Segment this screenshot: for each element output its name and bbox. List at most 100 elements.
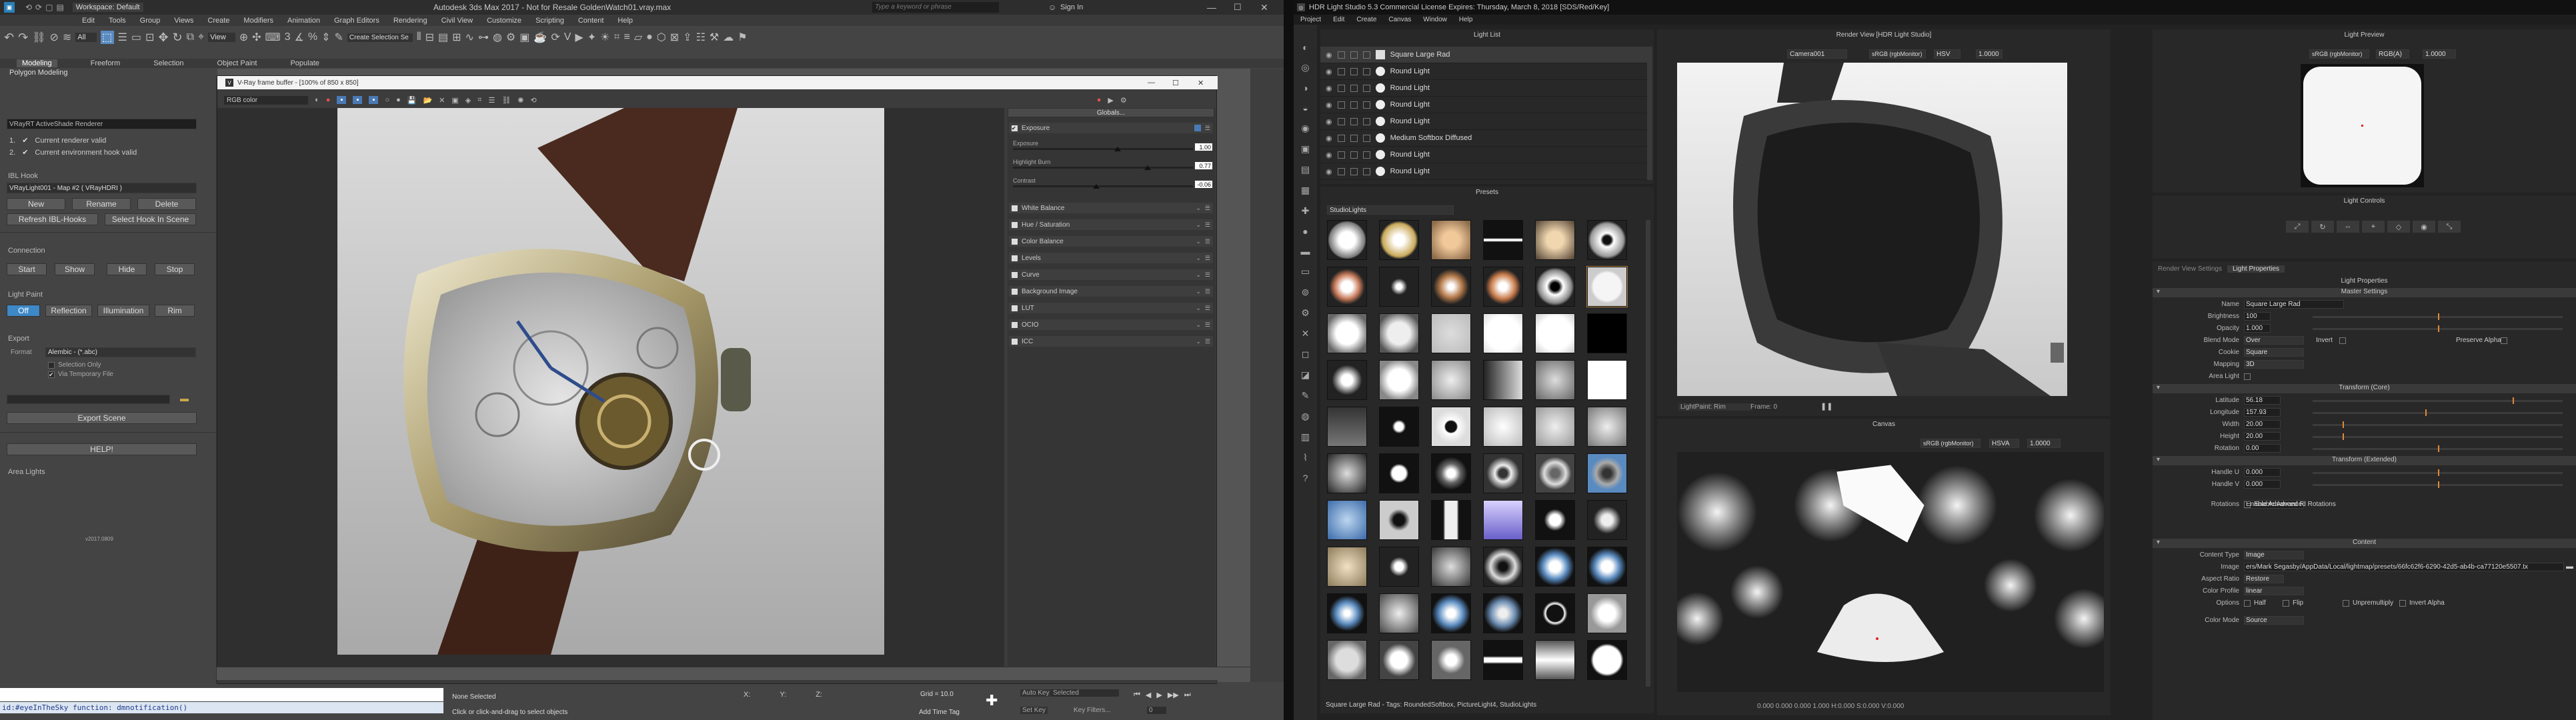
select-manipulate-icon[interactable]: ✣ [252, 31, 261, 44]
folder-icon[interactable]: ▬ [2566, 563, 2573, 571]
preset-thumbnail[interactable] [1379, 500, 1419, 540]
key-mode-dropdown[interactable]: Selected [1051, 689, 1119, 697]
key-filters-button[interactable]: Key Filters... [1074, 707, 1111, 714]
light-list-item[interactable]: ◉ Round Light [1320, 147, 1647, 163]
link-icon[interactable]: ⛓ [32, 31, 45, 44]
paint-illumination-button[interactable]: Illumination [97, 305, 149, 317]
preset-thumbnail[interactable] [1431, 500, 1471, 540]
percent-snap-icon[interactable]: % [308, 31, 317, 43]
preset-thumbnail[interactable] [1483, 593, 1523, 633]
preset-thumbnail[interactable] [1379, 640, 1419, 680]
preview-channels[interactable]: RGB(A) [2376, 49, 2409, 59]
menu-icon[interactable]: ☰ [1205, 338, 1210, 345]
render-setup-icon[interactable]: ⚙ [506, 31, 515, 44]
tab-selection[interactable]: Selection [153, 59, 183, 67]
reset-icon[interactable]: ⤡ [2438, 221, 2461, 233]
preset-thumbnail[interactable] [1535, 407, 1575, 447]
chevron-down-icon[interactable]: ⌄ [1196, 271, 1201, 279]
preset-thumbnail[interactable] [1379, 267, 1419, 307]
vray-mesh-icon[interactable]: ⬡ [657, 31, 666, 44]
user-icon[interactable]: ☺ [1048, 3, 1056, 12]
rotate-icon[interactable]: ↻ [173, 31, 183, 45]
image-field[interactable]: ers/Mark Segasby/AppData/Local/lightmap/… [2244, 563, 2564, 571]
correction-checkbox[interactable] [1012, 338, 1018, 345]
correction-checkbox[interactable] [1012, 205, 1018, 211]
solo-icon[interactable] [1337, 167, 1345, 175]
visibility-icon[interactable]: ◉ [1326, 134, 1332, 143]
menu-create[interactable]: Create [1356, 16, 1376, 23]
preset-thumbnail[interactable] [1431, 547, 1471, 587]
preset-thumbnail[interactable] [1379, 593, 1419, 633]
vfb-maximize-icon[interactable]: ☐ [1172, 79, 1179, 87]
color-icon[interactable]: ◐ [315, 96, 319, 104]
vray-vfb-icon[interactable]: ⊠ [670, 31, 679, 44]
menu-group[interactable]: Group [140, 17, 161, 25]
preset-thumbnail[interactable] [1587, 220, 1627, 260]
latitude-slider-handle[interactable] [2513, 397, 2514, 404]
preserve-alpha-checkbox[interactable] [2501, 337, 2507, 344]
preset-thumbnail[interactable] [1535, 267, 1575, 307]
solo-icon[interactable] [1337, 117, 1345, 125]
opacity-slider-handle[interactable] [2437, 325, 2439, 332]
rotation-slider-handle[interactable] [2437, 445, 2439, 452]
canvas-view[interactable] [1677, 452, 2104, 692]
preset-thumbnail[interactable] [1327, 360, 1367, 400]
set-key-button[interactable]: Set Key [1020, 707, 1048, 714]
rotate-light-icon[interactable]: ↻ [2311, 221, 2334, 233]
ribbon-sub-label[interactable]: Polygon Modeling [9, 69, 67, 77]
vray-sphere-icon[interactable]: ● [646, 31, 653, 43]
menu-icon[interactable]: ☰ [1205, 271, 1210, 279]
correction-checkbox[interactable] [1012, 271, 1018, 278]
visibility-icon[interactable]: ◉ [1326, 67, 1332, 76]
paint-rim-button[interactable]: Rim [155, 305, 195, 317]
camera-dropdown[interactable]: Camera001 [1787, 49, 1847, 59]
menu-icon[interactable]: ☰ [1205, 288, 1210, 295]
invert-checkbox[interactable] [2339, 337, 2346, 344]
preset-thumbnail[interactable] [1379, 313, 1419, 353]
reflector-icon[interactable]: ◒ [1302, 103, 1308, 113]
snap-icon[interactable]: 3 [285, 31, 291, 43]
chevron-down-icon[interactable]: ⌄ [1196, 288, 1201, 295]
highlight-slider[interactable] [1013, 167, 1193, 169]
light-paint-mode[interactable]: LightPaint: Rim [1678, 403, 1752, 411]
pause-icon[interactable]: ❚❚ [1820, 402, 1832, 411]
play-icon[interactable]: ▶ [1156, 691, 1162, 699]
hide-button[interactable]: Hide [107, 263, 147, 275]
chevron-down-icon[interactable]: ⌄ [1196, 255, 1201, 262]
menu-help[interactable]: Help [1459, 16, 1473, 23]
menu-help[interactable]: Help [617, 17, 633, 25]
correction-exposure[interactable]: ✔ Exposure ☰ [1009, 123, 1213, 133]
light-sphere-icon[interactable]: ◐ [1302, 42, 1308, 53]
preset-thumbnail[interactable] [1483, 220, 1523, 260]
render-hsv[interactable]: HSV [1934, 49, 1961, 59]
frame-value[interactable]: Frame: 0 [1750, 403, 1777, 411]
help-icon[interactable]: ? [1303, 473, 1308, 483]
gobo-icon[interactable]: ◍ [1301, 411, 1309, 422]
visibility-icon[interactable]: ◉ [1326, 51, 1332, 59]
preset-thumbnail[interactable] [1587, 500, 1627, 540]
menu-edit[interactable]: Edit [82, 17, 95, 25]
solo-icon[interactable] [1337, 51, 1345, 59]
workspace-selector[interactable]: Workspace: Default [72, 3, 143, 12]
strip-light-icon[interactable]: ▬ [1301, 246, 1310, 257]
frame-field[interactable]: 0 [1147, 707, 1166, 714]
tab-populate[interactable]: Populate [290, 59, 319, 67]
brightness-slider-handle[interactable] [2437, 313, 2439, 320]
mono-icon[interactable]: ● [396, 96, 401, 104]
add-time-tag[interactable]: Add Time Tag [919, 709, 960, 716]
preset-thumbnail[interactable] [1535, 500, 1575, 540]
select-by-name-icon[interactable]: ☰ [118, 31, 127, 44]
flip-checkbox[interactable] [2283, 600, 2289, 607]
menu-icon[interactable]: ☰ [1205, 205, 1210, 212]
solo-icon[interactable] [1337, 101, 1345, 109]
preset-thumbnail[interactable] [1535, 547, 1575, 587]
menu-tools[interactable]: Tools [109, 17, 126, 25]
rotations-checkbox[interactable] [2244, 501, 2251, 508]
go-start-icon[interactable]: ⏮ [1134, 691, 1140, 699]
menu-modifiers[interactable]: Modifiers [243, 17, 273, 25]
section-header[interactable]: ▾ Transform (Core) [2153, 384, 2576, 393]
align-icon[interactable]: ⊟ [425, 31, 434, 44]
preset-thumbnail[interactable] [1587, 547, 1627, 587]
search-input[interactable]: Type a keyword or phrase [872, 2, 999, 13]
handle_u-field[interactable]: 0.000 [2244, 468, 2281, 477]
